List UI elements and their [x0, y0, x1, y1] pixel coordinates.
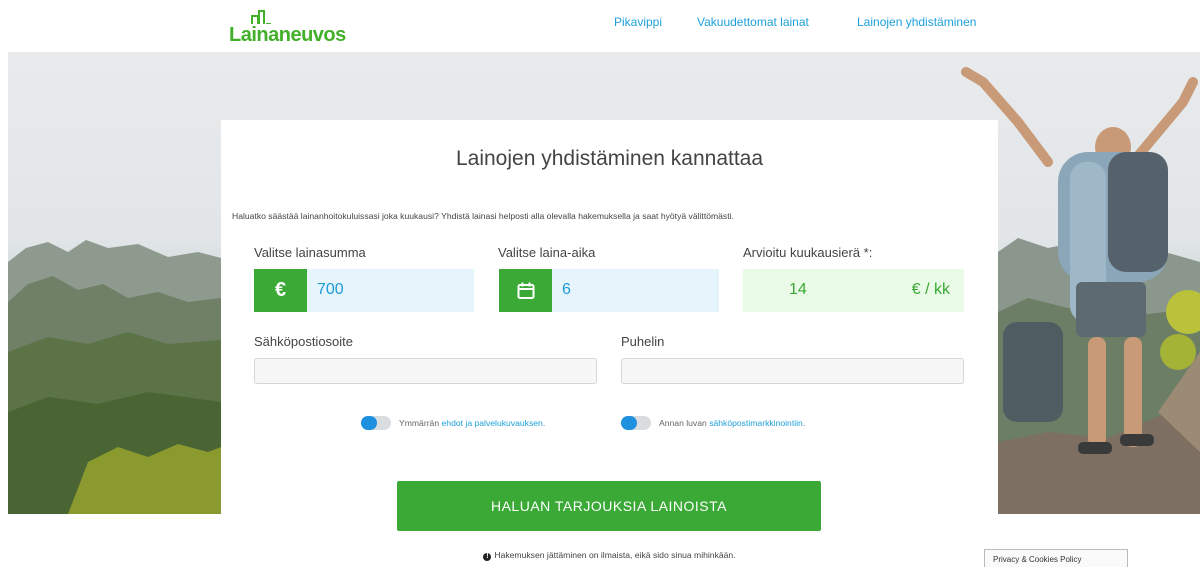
marketing-toggle-text: Annan luvan sähköpostimarkkinointiin. — [659, 418, 805, 428]
logo-text: Lainaneuvos — [229, 24, 346, 46]
site-logo[interactable]: Lainaneuvos — [229, 10, 349, 46]
footnote: ! Hakemuksen jättäminen on ilmaista, eikä… — [221, 550, 998, 561]
monthly-payment-value: 14 — [789, 281, 807, 298]
email-field[interactable] — [254, 358, 597, 384]
toggle-knob — [621, 416, 637, 430]
intro-text: Haluatko säästää lainanhoitokuluissasi j… — [232, 211, 734, 221]
euro-icon: € — [254, 269, 307, 312]
calendar-icon — [499, 269, 552, 312]
footnote-text: Hakemuksen jättäminen on ilmaista, eikä … — [494, 550, 736, 560]
marketing-toggle-prefix: Annan luvan — [659, 418, 707, 428]
nav-link-lainojen-yhdistaminen[interactable]: Lainojen yhdistäminen — [857, 15, 976, 29]
top-navigation-bar: Lainaneuvos Pikavippi Vakuudettomat lain… — [0, 0, 1200, 52]
terms-toggle-prefix: Ymmärrän — [399, 418, 440, 428]
monthly-payment-unit: € / kk — [911, 281, 950, 298]
info-icon: ! — [483, 553, 492, 561]
page-title: Lainojen yhdistäminen kannattaa — [455, 147, 764, 170]
monthly-payment-label: Arvioitu kuukausierä *: — [743, 245, 873, 260]
marketing-toggle[interactable] — [621, 416, 651, 430]
monthly-payment-field: 14 € / kk — [743, 269, 964, 312]
loan-application-card: Lainojen yhdistäminen kannattaa Haluatko… — [221, 120, 998, 564]
loan-amount-label: Valitse lainasumma — [254, 245, 366, 260]
marketing-link[interactable]: sähköpostimarkkinointiin — [709, 418, 803, 428]
nav-link-vakuudettomat-lainat[interactable]: Vakuudettomat lainat — [697, 15, 809, 29]
phone-field[interactable] — [621, 358, 964, 384]
terms-toggle[interactable] — [361, 416, 391, 430]
submit-button[interactable]: HALUAN TARJOUKSIA LAINOISTA — [397, 481, 821, 531]
privacy-cookies-badge[interactable]: Privacy & Cookies Policy — [984, 549, 1128, 567]
loan-term-value: 6 — [562, 281, 571, 298]
marketing-toggle-suffix: . — [802, 418, 806, 428]
loan-amount-field[interactable]: € 700 — [254, 269, 474, 312]
loan-amount-value: 700 — [317, 281, 344, 298]
terms-toggle-suffix: . — [542, 418, 546, 428]
email-label: Sähköpostiosoite — [254, 334, 354, 349]
nav-link-pikavippi[interactable]: Pikavippi — [614, 15, 662, 29]
toggle-knob — [361, 416, 377, 430]
phone-label: Puhelin — [621, 334, 665, 349]
loan-term-label: Valitse laina-aika — [498, 245, 596, 260]
terms-toggle-text: Ymmärrän ehdot ja palvelukuvauksen. — [399, 418, 545, 428]
terms-link[interactable]: ehdot ja palvelukuvauksen — [442, 418, 543, 428]
loan-term-field[interactable]: 6 — [499, 269, 719, 312]
logo-mark-icon — [251, 10, 271, 24]
